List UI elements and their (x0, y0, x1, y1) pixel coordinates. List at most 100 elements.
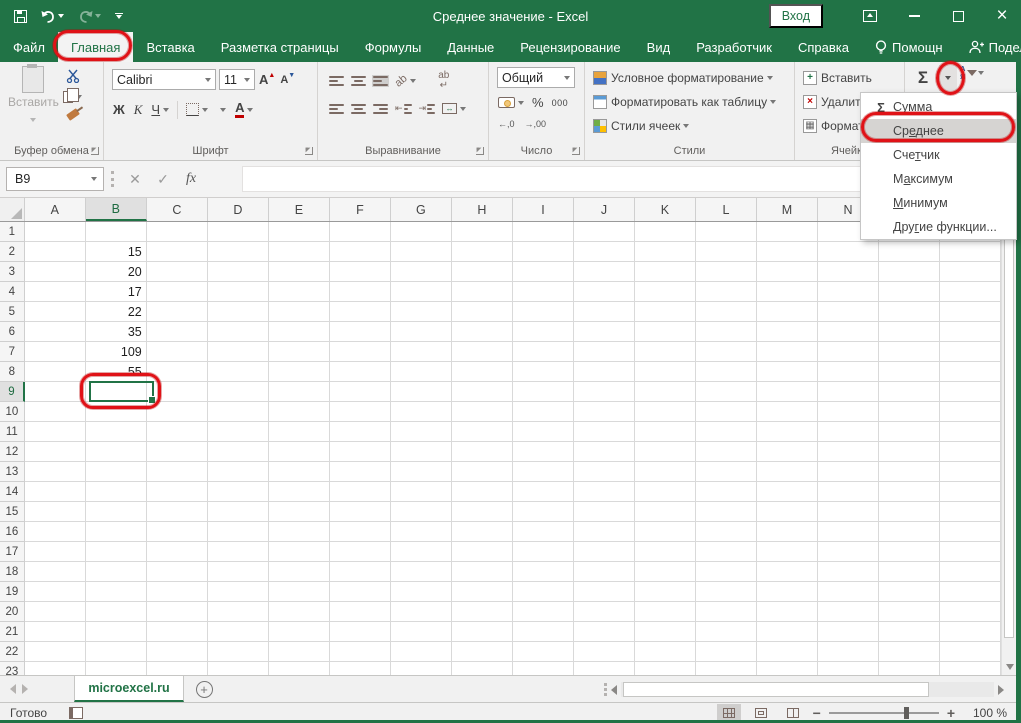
cell-J20[interactable] (574, 602, 635, 622)
cell-C6[interactable] (147, 322, 208, 342)
cell-K13[interactable] (635, 462, 696, 482)
cell-F7[interactable] (330, 342, 391, 362)
cell-B21[interactable] (86, 622, 147, 642)
cell-C8[interactable] (147, 362, 208, 382)
row-header-9[interactable]: 9 (0, 382, 25, 402)
column-header-J[interactable]: J (574, 198, 635, 221)
cell-B16[interactable] (86, 522, 147, 542)
cell-N7[interactable] (818, 342, 879, 362)
cell-O23[interactable] (879, 662, 940, 675)
cell-M13[interactable] (757, 462, 818, 482)
cell-D18[interactable] (208, 562, 269, 582)
cell-C5[interactable] (147, 302, 208, 322)
tab-help[interactable]: Справка (785, 32, 862, 62)
cell-A22[interactable] (25, 642, 86, 662)
cell-A14[interactable] (25, 482, 86, 502)
cell-P11[interactable] (940, 422, 1001, 442)
cell-A17[interactable] (25, 542, 86, 562)
cell-I6[interactable] (513, 322, 574, 342)
undo-icon[interactable] (41, 10, 64, 23)
clipboard-dialog-launcher[interactable] (91, 147, 99, 155)
cell-N3[interactable] (818, 262, 879, 282)
cell-M15[interactable] (757, 502, 818, 522)
cell-G19[interactable] (391, 582, 452, 602)
cell-N6[interactable] (818, 322, 879, 342)
tab-home[interactable]: Главная (58, 32, 133, 62)
new-sheet-button[interactable]: + (184, 676, 224, 702)
orientation-button[interactable]: ab (394, 74, 417, 88)
cell-G4[interactable] (391, 282, 452, 302)
cell-P5[interactable] (940, 302, 1001, 322)
cell-B22[interactable] (86, 642, 147, 662)
cell-O5[interactable] (879, 302, 940, 322)
row-header-20[interactable]: 20 (0, 602, 25, 622)
cell-O4[interactable] (879, 282, 940, 302)
cell-J15[interactable] (574, 502, 635, 522)
cell-C1[interactable] (147, 222, 208, 242)
cell-E8[interactable] (269, 362, 330, 382)
row-header-8[interactable]: 8 (0, 362, 25, 382)
cell-F12[interactable] (330, 442, 391, 462)
cell-N14[interactable] (818, 482, 879, 502)
scroll-left-icon[interactable] (611, 685, 617, 695)
cell-J10[interactable] (574, 402, 635, 422)
cell-K22[interactable] (635, 642, 696, 662)
cell-D19[interactable] (208, 582, 269, 602)
cell-B10[interactable] (86, 402, 147, 422)
cell-F17[interactable] (330, 542, 391, 562)
align-middle-button[interactable] (350, 75, 367, 87)
cell-E20[interactable] (269, 602, 330, 622)
fill-color-button[interactable] (216, 107, 227, 113)
cell-C4[interactable] (147, 282, 208, 302)
cell-N22[interactable] (818, 642, 879, 662)
cell-B8[interactable]: 55 (86, 362, 147, 382)
redo-icon[interactable] (78, 10, 101, 23)
cell-J16[interactable] (574, 522, 635, 542)
cell-G13[interactable] (391, 462, 452, 482)
cell-G17[interactable] (391, 542, 452, 562)
cell-L22[interactable] (696, 642, 757, 662)
cell-H3[interactable] (452, 262, 513, 282)
cell-N2[interactable] (818, 242, 879, 262)
login-button[interactable]: Вход (769, 4, 823, 28)
cell-O12[interactable] (879, 442, 940, 462)
cell-P15[interactable] (940, 502, 1001, 522)
paste-button[interactable]: Вставить (8, 66, 58, 125)
cell-I2[interactable] (513, 242, 574, 262)
cut-icon[interactable] (62, 68, 83, 84)
cell-L20[interactable] (696, 602, 757, 622)
scroll-right-icon[interactable] (998, 685, 1004, 695)
cell-J2[interactable] (574, 242, 635, 262)
accounting-format-icon[interactable] (497, 96, 525, 109)
cell-I5[interactable] (513, 302, 574, 322)
cell-I17[interactable] (513, 542, 574, 562)
cell-I14[interactable] (513, 482, 574, 502)
cell-N15[interactable] (818, 502, 879, 522)
splitter-handle[interactable] (604, 683, 607, 696)
cell-D5[interactable] (208, 302, 269, 322)
column-header-E[interactable]: E (269, 198, 330, 221)
cell-K10[interactable] (635, 402, 696, 422)
cell-H20[interactable] (452, 602, 513, 622)
align-left-button[interactable] (328, 103, 345, 115)
cell-H6[interactable] (452, 322, 513, 342)
comma-style-button[interactable]: 000 (551, 97, 570, 109)
cell-I18[interactable] (513, 562, 574, 582)
cell-H2[interactable] (452, 242, 513, 262)
cell-E3[interactable] (269, 262, 330, 282)
decrease-indent-button[interactable]: ⇤ (394, 102, 413, 115)
customize-qat-icon[interactable] (115, 13, 123, 20)
cell-D10[interactable] (208, 402, 269, 422)
cell-E1[interactable] (269, 222, 330, 242)
cell-A11[interactable] (25, 422, 86, 442)
tab-formulas[interactable]: Формулы (352, 32, 435, 62)
cell-K12[interactable] (635, 442, 696, 462)
menu-item-count[interactable]: Счетчик (861, 143, 1016, 167)
cell-E9[interactable] (269, 382, 330, 402)
column-header-F[interactable]: F (330, 198, 391, 221)
cell-B15[interactable] (86, 502, 147, 522)
horizontal-scroll-thumb[interactable] (623, 682, 929, 697)
cell-J19[interactable] (574, 582, 635, 602)
cell-L8[interactable] (696, 362, 757, 382)
align-bottom-button[interactable] (372, 75, 389, 87)
